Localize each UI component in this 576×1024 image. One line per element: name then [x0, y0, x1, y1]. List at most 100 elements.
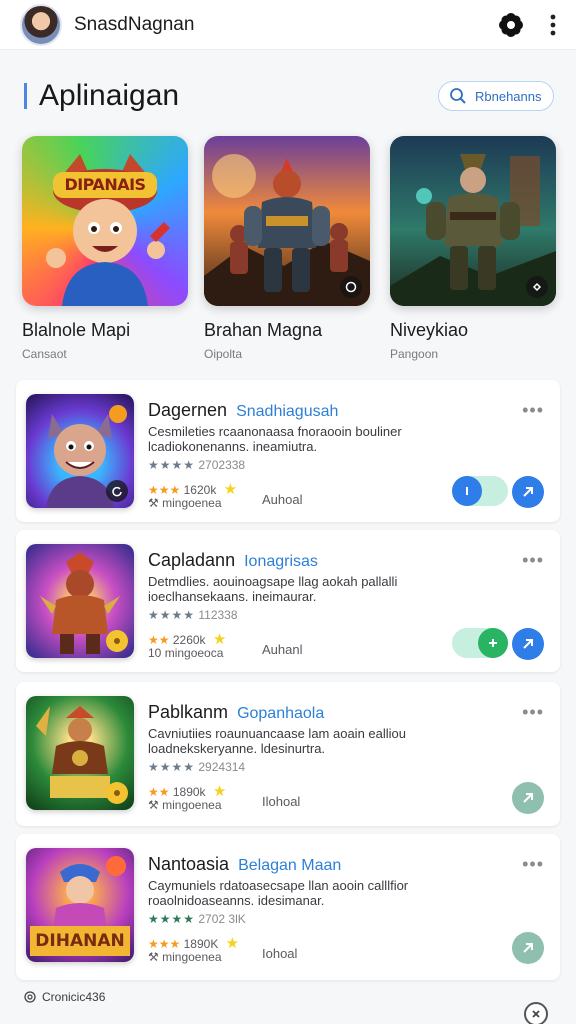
- coin-badge-icon: [106, 630, 128, 652]
- footer: Cronicic436: [24, 990, 105, 1004]
- copyright-icon: [24, 991, 36, 1003]
- search-button[interactable]: Rbnehanns: [438, 81, 554, 111]
- rating-count: 2924314: [198, 760, 246, 774]
- rating-row: ★★★★ 2702 3lK: [148, 912, 246, 926]
- featured-art: [390, 136, 556, 306]
- open-arrow-button[interactable]: [512, 476, 544, 508]
- featured-carousel: DIPANAIS Blalnole Mapi Cansaot Brahan Ma…: [20, 136, 560, 366]
- app-title: Pablkanm: [148, 702, 229, 722]
- section-header: Aplinaigan Rbnehanns: [24, 78, 554, 114]
- play-badge-icon: [340, 276, 362, 298]
- search-icon: [450, 88, 466, 104]
- star-icon: ★: [223, 481, 238, 498]
- thumbnail-art-text: DIHANAN: [35, 931, 125, 951]
- toggle-switch[interactable]: [452, 476, 508, 506]
- featured-art: [204, 136, 370, 306]
- more-options-icon[interactable]: •••: [522, 854, 544, 875]
- app-title-line: Pablkanm Gopanhaola: [148, 702, 324, 723]
- list-item[interactable]: Pablkanm Gopanhaola Cavniutiies roaunuan…: [16, 682, 560, 826]
- open-arrow-button[interactable]: [512, 932, 544, 964]
- score-value: 2260k: [172, 633, 206, 647]
- rating-row: ★★★★ 112338: [148, 608, 238, 622]
- app-subtitle-link[interactable]: Snadhiagusah: [236, 403, 338, 420]
- app-title: SnasdNagnan: [74, 13, 195, 35]
- score-stars: ★★★: [148, 483, 181, 497]
- status-label: Auhoal: [262, 492, 303, 507]
- score-value: 1890k: [172, 785, 206, 799]
- rating-stars: ★★★★: [148, 458, 196, 472]
- score-value: 1620k: [183, 483, 217, 497]
- status-label: Auhanl: [262, 642, 303, 657]
- app-subtitle-link[interactable]: Ionagrisas: [244, 553, 318, 570]
- score-stars: ★★: [148, 785, 170, 799]
- featured-sub: Oipolta: [204, 347, 243, 361]
- rating-count: 112338: [198, 608, 238, 622]
- search-label: Rbnehanns: [475, 88, 542, 104]
- meta-row: ⚒ mingoenea: [148, 798, 222, 812]
- score-value: 1890K: [183, 937, 219, 951]
- open-arrow-button[interactable]: [512, 782, 544, 814]
- meta-row: ⚒ mingoenea: [148, 496, 222, 510]
- featured-card[interactable]: DIPANAIS Blalnole Mapi Cansaot: [22, 136, 190, 361]
- featured-card[interactable]: Brahan Magna Oipolta: [204, 136, 372, 361]
- rating-row: ★★★★ 2702338: [148, 458, 245, 472]
- hammer-icon: ⚒: [148, 950, 159, 964]
- app-description: Cesmileties rcaanonaasa fnoraooin boulin…: [148, 424, 402, 454]
- meta-row: ⚒ mingoenea: [148, 950, 222, 964]
- settings-flower-icon[interactable]: [498, 12, 524, 38]
- meta-row: 10 mingoeoca: [148, 646, 223, 660]
- app-thumbnail: [26, 696, 134, 810]
- featured-sub: Cansaot: [22, 347, 67, 361]
- featured-name: Brahan Magna: [204, 320, 323, 340]
- featured-art: DIPANAIS: [22, 136, 188, 306]
- meta-text: mingoenea: [162, 950, 222, 964]
- list-item[interactable]: Capladann Ionagrisas Detmdlies. aouinoag…: [16, 530, 560, 672]
- featured-card[interactable]: Niveykiao Pangoon: [390, 136, 558, 361]
- toggle-knob: [452, 476, 482, 506]
- rating-count: 2702 3lK: [198, 912, 246, 926]
- app-bar: SnasdNagnan: [0, 0, 576, 50]
- featured-sub: Pangoon: [390, 347, 439, 361]
- app-title-line: Capladann Ionagrisas: [148, 550, 318, 571]
- more-options-icon[interactable]: •••: [522, 550, 544, 571]
- app-title: Nantoasia: [148, 854, 230, 874]
- score-stars: ★★★: [148, 937, 181, 951]
- coin-badge-icon: [106, 782, 128, 804]
- featured-art-text: DIPANAIS: [64, 175, 146, 194]
- overflow-menu-icon[interactable]: [550, 14, 556, 36]
- rating-stars: ★★★★: [148, 760, 196, 774]
- status-label: Iohoal: [262, 946, 298, 961]
- toggle-knob: [478, 628, 508, 658]
- refresh-badge-icon: [106, 480, 128, 502]
- meta-text: mingoenea: [162, 496, 222, 510]
- app-thumbnail: DIHANAN: [26, 848, 134, 962]
- list-item[interactable]: Dagernen Snadhiagusah Cesmileties rcaano…: [16, 380, 560, 522]
- section-title: Aplinaigan: [39, 79, 180, 112]
- featured-name: Niveykiao: [390, 320, 469, 340]
- meta-number: 10: [148, 646, 162, 660]
- status-label: Ilohoal: [262, 794, 301, 809]
- app-subtitle-link[interactable]: Gopanhaola: [237, 705, 324, 722]
- more-options-icon[interactable]: •••: [522, 702, 544, 723]
- app-thumbnail: [26, 394, 134, 508]
- app-title: Dagernen: [148, 400, 228, 420]
- toggle-switch[interactable]: [452, 628, 508, 658]
- app-description: Detmdlies. aouinoagsape llag aokah palla…: [148, 574, 398, 604]
- footer-label: Cronicic436: [42, 990, 106, 1004]
- open-arrow-button[interactable]: [512, 628, 544, 660]
- app-subtitle-link[interactable]: Belagan Maan: [238, 857, 341, 874]
- meta-text: mingoeoca: [164, 646, 224, 660]
- rating-row: ★★★★ 2924314: [148, 760, 245, 774]
- score-stars: ★★: [148, 633, 170, 647]
- play-badge-icon: [526, 276, 548, 298]
- app-description: Cavniutiies roaunuancaase lam aoain eall…: [148, 726, 407, 756]
- app-title-line: Nantoasia Belagan Maan: [148, 854, 341, 875]
- app-description: Caymuniels rdatoasecsape llan aooin call…: [148, 878, 409, 908]
- list-item[interactable]: DIHANAN Nantoasia Belagan Maan Caymuniel…: [16, 834, 560, 980]
- close-icon[interactable]: [524, 1002, 548, 1024]
- rating-stars: ★★★★: [148, 608, 196, 622]
- star-icon: ★: [225, 935, 240, 952]
- more-options-icon[interactable]: •••: [522, 400, 544, 421]
- app-title: Capladann: [148, 550, 236, 570]
- avatar[interactable]: [20, 3, 62, 46]
